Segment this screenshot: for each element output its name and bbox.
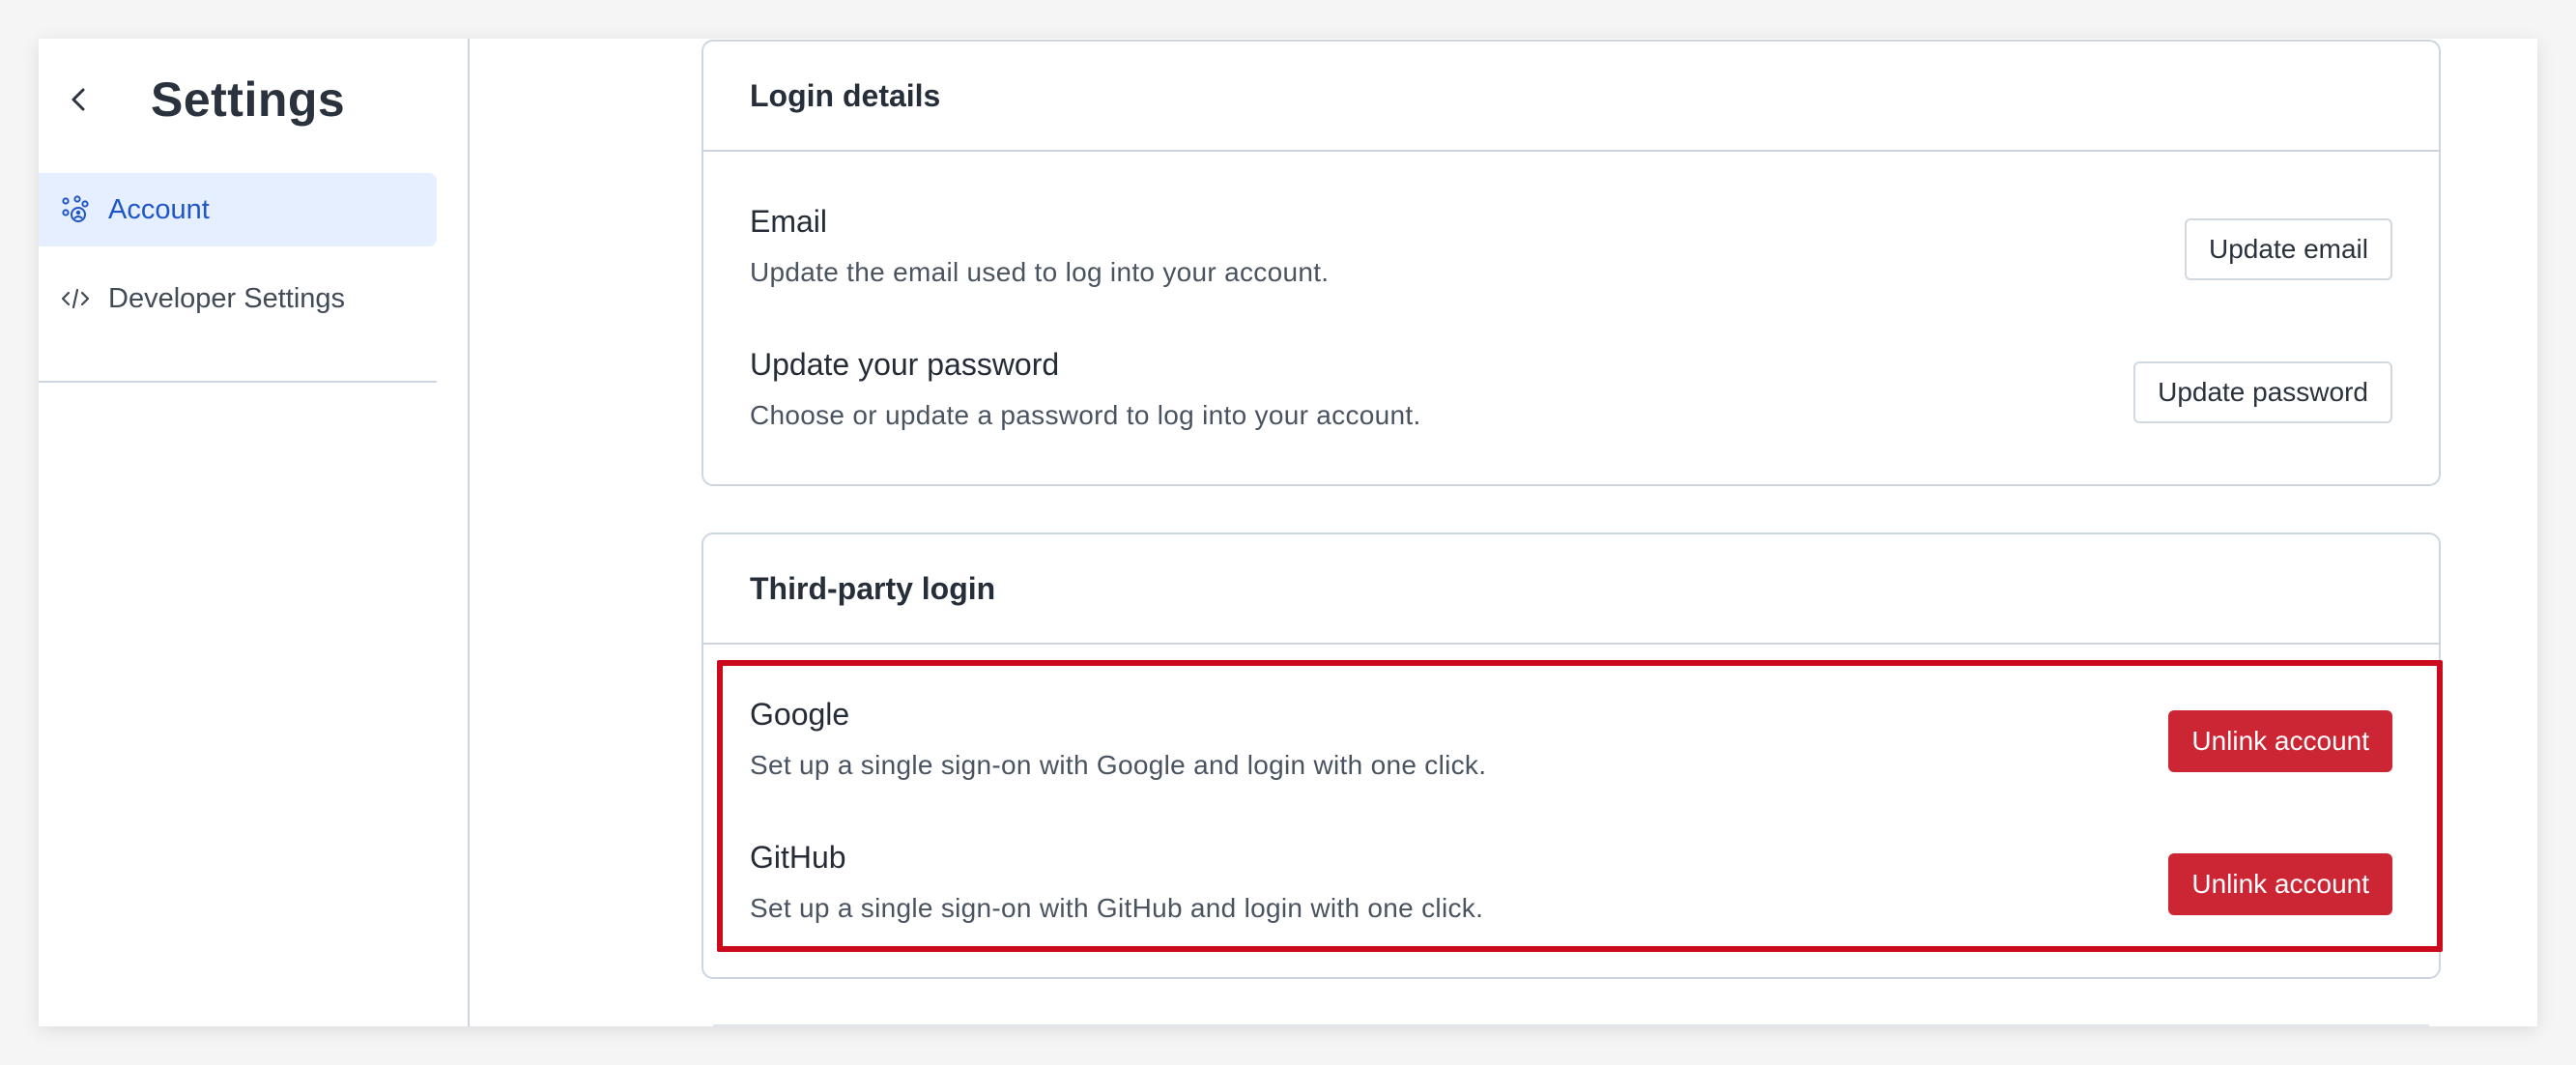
card-title: Login details: [703, 42, 2439, 152]
page-title: Settings: [151, 72, 346, 127]
google-row: Google Set up a single sign-on with Goog…: [750, 697, 2392, 803]
row-description: Update the email used to log into your a…: [750, 257, 1330, 287]
login-details-card: Login details Email Update the email use…: [701, 40, 2441, 486]
password-row: Update your password Choose or update a …: [750, 347, 2392, 453]
account-dots-icon: [60, 194, 91, 225]
row-description: Set up a single sign-on with Google and …: [750, 750, 1487, 780]
row-description: Choose or update a password to log into …: [750, 400, 1421, 430]
row-description: Set up a single sign-on with GitHub and …: [750, 893, 1484, 923]
settings-window: Settings Account Developer Settings Logi…: [39, 39, 2537, 1026]
update-password-button[interactable]: Update password: [2133, 361, 2392, 423]
back-button[interactable]: [58, 78, 100, 121]
code-icon: [60, 283, 91, 314]
email-row: Email Update the email used to log into …: [750, 204, 2392, 310]
card-title: Third-party login: [703, 534, 2439, 645]
next-card-edge: [713, 1024, 2429, 1026]
unlink-github-button[interactable]: Unlink account: [2168, 853, 2392, 915]
sidebar-item-account[interactable]: Account: [39, 173, 437, 246]
sidebar-item-developer-settings[interactable]: Developer Settings: [39, 262, 437, 335]
sidebar-header: Settings: [58, 72, 345, 128]
row-title: Google: [750, 697, 850, 732]
row-title: Update your password: [750, 347, 1060, 382]
row-title: Email: [750, 204, 828, 239]
sidebar-item-label: Developer Settings: [108, 282, 346, 314]
sidebar-divider: [39, 381, 437, 383]
update-email-button[interactable]: Update email: [2185, 218, 2392, 280]
row-title: GitHub: [750, 840, 846, 875]
sidebar: Settings Account Developer Settings: [39, 39, 470, 1026]
third-party-login-card: Third-party login Google Set up a single…: [701, 532, 2441, 979]
github-row: GitHub Set up a single sign-on with GitH…: [750, 840, 2392, 946]
unlink-google-button[interactable]: Unlink account: [2168, 710, 2392, 772]
sidebar-item-label: Account: [108, 193, 210, 225]
chevron-left-icon: [72, 88, 85, 111]
